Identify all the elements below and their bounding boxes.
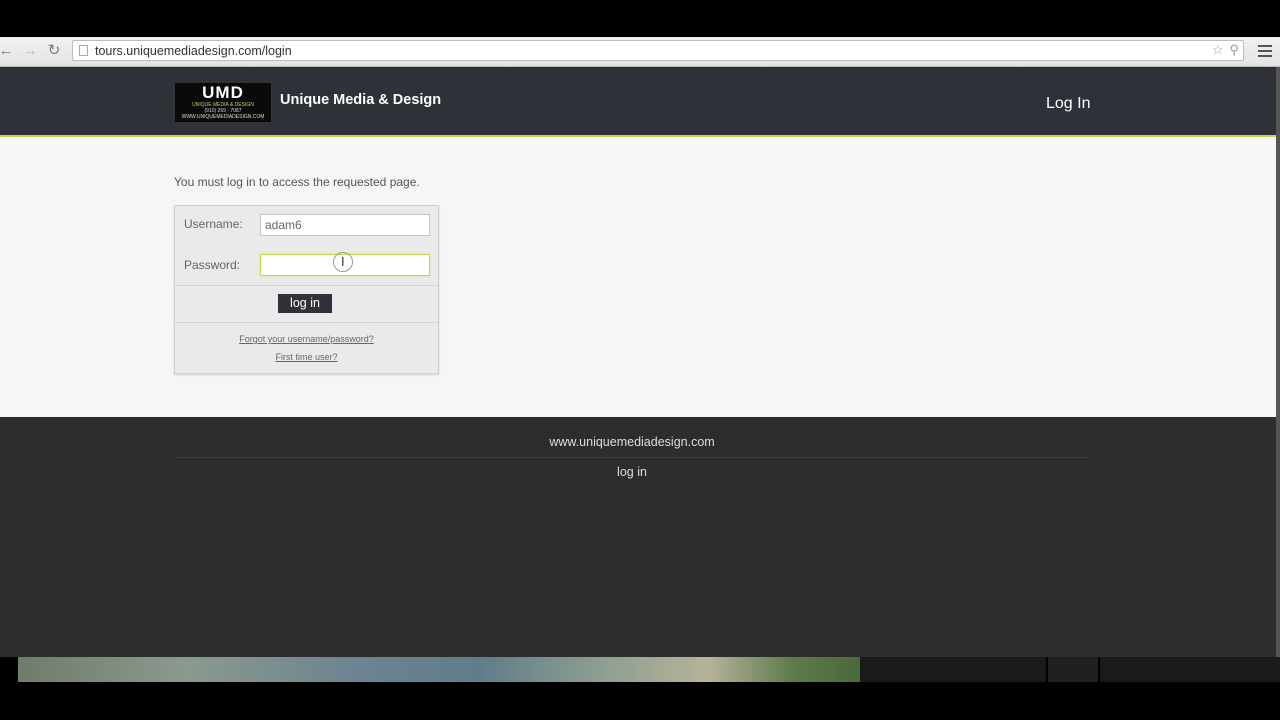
site-logo[interactable]: UMD UNIQUE MEDIA & DESIGN (910) 269 - 70…: [174, 82, 272, 123]
login-form: Username: Password: I log in Forgot your…: [174, 205, 439, 374]
username-field[interactable]: [260, 214, 430, 236]
footer-site-url[interactable]: www.uniquemediadesign.com: [0, 435, 1264, 449]
first-time-user-link[interactable]: First time user?: [175, 352, 438, 362]
main-content: You must log in to access the requested …: [0, 137, 1276, 417]
username-label: Username:: [184, 217, 243, 231]
star-icon[interactable]: ☆: [1212, 42, 1224, 57]
window-edge: [1276, 67, 1280, 657]
search-icon[interactable]: ⚲: [1229, 42, 1239, 57]
form-divider: [175, 322, 438, 323]
url-actions: ☆ ⚲: [1206, 42, 1239, 58]
menu-icon[interactable]: [1258, 42, 1272, 60]
browser-toolbar: ← → ↻ tours.uniquemediadesign.com/login …: [0, 37, 1280, 67]
login-button[interactable]: log in: [278, 294, 332, 313]
address-bar[interactable]: tours.uniquemediadesign.com/login ☆ ⚲: [72, 40, 1244, 61]
logo-website: WWW.UNIQUEMEDIADESIGN.COM: [181, 114, 265, 120]
url-text[interactable]: tours.uniquemediadesign.com/login: [95, 44, 292, 58]
login-required-notice: You must log in to access the requested …: [174, 175, 420, 189]
site-footer: www.uniquemediadesign.com log in: [0, 417, 1276, 657]
forward-arrow-icon[interactable]: →: [20, 41, 40, 61]
background-panel: [1100, 657, 1280, 682]
text-cursor-icon: I: [341, 254, 345, 269]
logo-mark: UMD: [202, 83, 244, 102]
header-login-link[interactable]: Log In: [1046, 95, 1090, 113]
back-arrow-icon[interactable]: ←: [0, 41, 16, 61]
password-label: Password:: [184, 258, 241, 272]
site-name[interactable]: Unique Media & Design: [280, 92, 441, 108]
background-photo: [18, 657, 860, 682]
screen-top-border: [0, 0, 1280, 37]
background-panel: [1048, 657, 1098, 682]
background-panel: [860, 657, 1046, 682]
reload-icon[interactable]: ↻: [44, 41, 64, 61]
forgot-credentials-link[interactable]: Forgot your username/password?: [175, 334, 438, 344]
form-divider: [175, 285, 438, 286]
footer-login-link[interactable]: log in: [0, 465, 1264, 479]
site-header: UMD UNIQUE MEDIA & DESIGN (910) 269 - 70…: [0, 67, 1276, 137]
footer-divider: [174, 457, 1090, 458]
page-icon: [79, 45, 88, 56]
